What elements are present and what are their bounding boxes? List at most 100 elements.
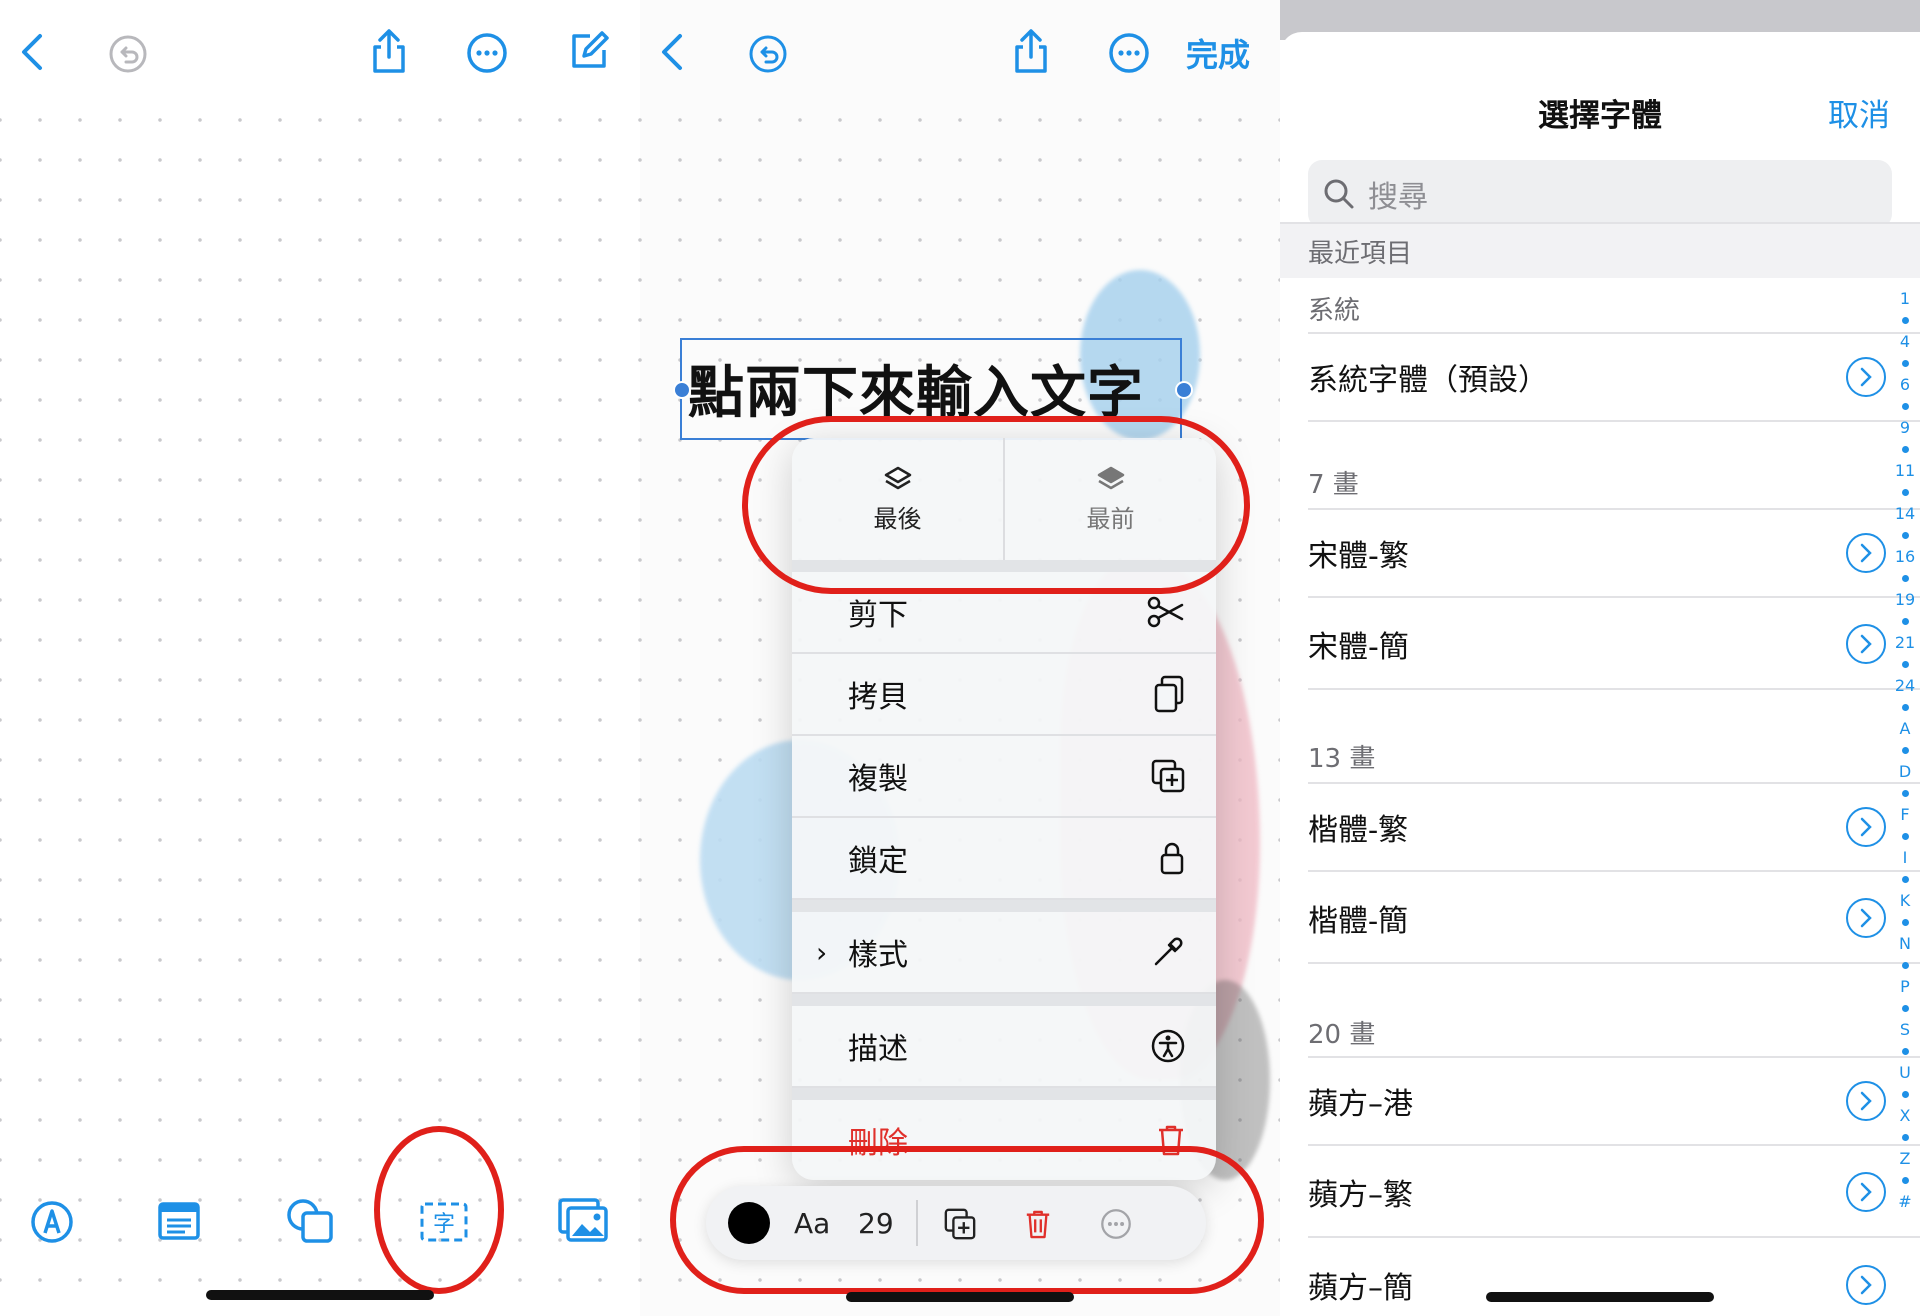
menu-separator — [792, 1088, 1216, 1100]
font-row[interactable]: 楷體-簡 — [1308, 874, 1920, 964]
search-bar[interactable]: 搜尋 — [1308, 160, 1892, 228]
index-letter[interactable]: P — [1894, 976, 1916, 998]
back-chevron-icon[interactable] — [12, 30, 52, 74]
media-insert-icon[interactable] — [556, 1196, 610, 1244]
index-letter[interactable]: U — [1894, 1062, 1916, 1084]
layer-order-highlight-annotation — [742, 416, 1250, 594]
chevron-right-icon[interactable] — [1846, 898, 1886, 938]
index-separator-dot — [1901, 1177, 1909, 1184]
index-separator-dot — [1901, 403, 1909, 410]
index-separator-dot — [1901, 1048, 1909, 1055]
index-letter[interactable]: X — [1894, 1105, 1916, 1127]
index-letter[interactable]: 1 — [1894, 288, 1916, 310]
index-separator-dot — [1901, 489, 1909, 496]
lock-label: 鎖定 — [848, 844, 908, 879]
index-letter[interactable]: S — [1894, 1019, 1916, 1041]
font-row[interactable]: 蘋方–港 — [1308, 1056, 1920, 1146]
font-row[interactable]: 蘋方–繁 — [1308, 1148, 1920, 1238]
index-separator-dot — [1901, 1091, 1909, 1098]
index-letter[interactable]: 4 — [1894, 331, 1916, 353]
font-row[interactable]: 系統字體（預設） — [1308, 332, 1920, 422]
index-separator-dot — [1901, 919, 1909, 926]
duplicate-label: 複製 — [848, 762, 908, 797]
index-letter[interactable]: 21 — [1894, 632, 1916, 654]
index-separator-dot — [1901, 962, 1909, 969]
index-separator-dot — [1901, 833, 1909, 840]
index-separator-dot — [1901, 704, 1909, 711]
shapes-icon[interactable] — [284, 1196, 336, 1246]
chevron-right-icon: › — [816, 935, 828, 969]
font-picker-panel: 選擇字體 取消 搜尋 最近項目 系統 系統字體（預設） 7 畫 宋體-繁 宋體-… — [1280, 0, 1920, 1316]
chevron-right-icon[interactable] — [1846, 1265, 1886, 1305]
accessibility-icon — [1151, 1029, 1185, 1063]
share-icon[interactable] — [366, 26, 412, 76]
more-options-icon[interactable] — [464, 30, 510, 76]
search-icon — [1324, 179, 1354, 209]
menu-item-copy[interactable]: 拷貝 — [792, 654, 1216, 736]
index-separator-dot — [1901, 661, 1909, 668]
toolbar-highlight-annotation — [670, 1146, 1264, 1294]
chevron-right-icon[interactable] — [1846, 624, 1886, 664]
font-name: 宋體-繁 — [1308, 539, 1409, 574]
menu-item-style[interactable]: › 樣式 — [792, 912, 1216, 994]
index-letter[interactable]: I — [1894, 847, 1916, 869]
menu-item-describe[interactable]: 描述 — [792, 1006, 1216, 1088]
menu-item-lock[interactable]: 鎖定 — [792, 818, 1216, 900]
resize-handle-left[interactable] — [673, 381, 691, 399]
lock-icon — [1160, 842, 1184, 875]
font-row[interactable]: 宋體-簡 — [1308, 600, 1920, 690]
search-input[interactable]: 搜尋 — [1368, 172, 1428, 216]
index-letter[interactable]: N — [1894, 933, 1916, 955]
copy-label: 拷貝 — [848, 680, 908, 715]
compose-icon[interactable] — [566, 28, 612, 74]
menu-separator — [792, 900, 1216, 912]
menu-separator — [792, 994, 1216, 1006]
font-name: 蘋方–簡 — [1308, 1271, 1413, 1306]
font-row[interactable]: 宋體-繁 — [1308, 508, 1920, 598]
chevron-right-icon[interactable] — [1846, 1172, 1886, 1212]
index-letter[interactable]: 19 — [1894, 589, 1916, 611]
index-separator-dot — [1901, 360, 1909, 367]
index-letter[interactable]: A — [1894, 718, 1916, 740]
undo-icon[interactable] — [106, 32, 150, 76]
index-separator-dot — [1901, 575, 1909, 582]
section-label: 20 畫 — [1308, 1020, 1376, 1050]
font-row[interactable]: 楷體-繁 — [1308, 782, 1920, 872]
chevron-right-icon[interactable] — [1846, 807, 1886, 847]
chevron-right-icon[interactable] — [1846, 357, 1886, 397]
pen-tool-icon[interactable] — [28, 1198, 76, 1246]
index-letter[interactable]: 9 — [1894, 417, 1916, 439]
index-letter[interactable]: # — [1894, 1191, 1916, 1213]
index-letter[interactable]: F — [1894, 804, 1916, 826]
index-letter[interactable]: K — [1894, 890, 1916, 912]
recent-header: 最近項目 — [1280, 222, 1920, 278]
menu-item-duplicate[interactable]: 複製 — [792, 736, 1216, 818]
section-index-bar[interactable]: 1 4 6 9 11 14 16 19 21 24 A D F I K N P S U X Z # — [1894, 288, 1916, 1213]
more-options-icon[interactable] — [1106, 30, 1152, 76]
font-row[interactable]: 蘋方–簡 — [1308, 1240, 1920, 1316]
index-letter[interactable]: 24 — [1894, 675, 1916, 697]
index-separator-dot — [1901, 1005, 1909, 1012]
index-letter[interactable]: Z — [1894, 1148, 1916, 1170]
cancel-button[interactable]: 取消 — [1828, 90, 1890, 135]
share-icon[interactable] — [1008, 26, 1054, 76]
chevron-right-icon[interactable] — [1846, 1081, 1886, 1121]
index-letter[interactable]: 14 — [1894, 503, 1916, 525]
index-letter[interactable]: D — [1894, 761, 1916, 783]
home-indicator — [1486, 1292, 1714, 1302]
back-chevron-icon[interactable] — [652, 30, 692, 74]
index-letter[interactable]: 16 — [1894, 546, 1916, 568]
section-label: 13 畫 — [1308, 744, 1376, 774]
done-button[interactable]: 完成 — [1186, 30, 1250, 76]
sticky-note-icon[interactable] — [156, 1198, 202, 1244]
undo-icon[interactable] — [746, 32, 790, 76]
resize-handle-right[interactable] — [1175, 381, 1193, 399]
index-separator-dot — [1901, 1134, 1909, 1141]
style-label: 樣式 — [848, 938, 908, 973]
dot-grid-canvas[interactable] — [0, 90, 640, 1316]
font-name: 楷體-繁 — [1308, 813, 1409, 848]
index-letter[interactable]: 6 — [1894, 374, 1916, 396]
chevron-right-icon[interactable] — [1846, 533, 1886, 573]
font-name: 蘋方–繁 — [1308, 1178, 1413, 1213]
index-letter[interactable]: 11 — [1894, 460, 1916, 482]
